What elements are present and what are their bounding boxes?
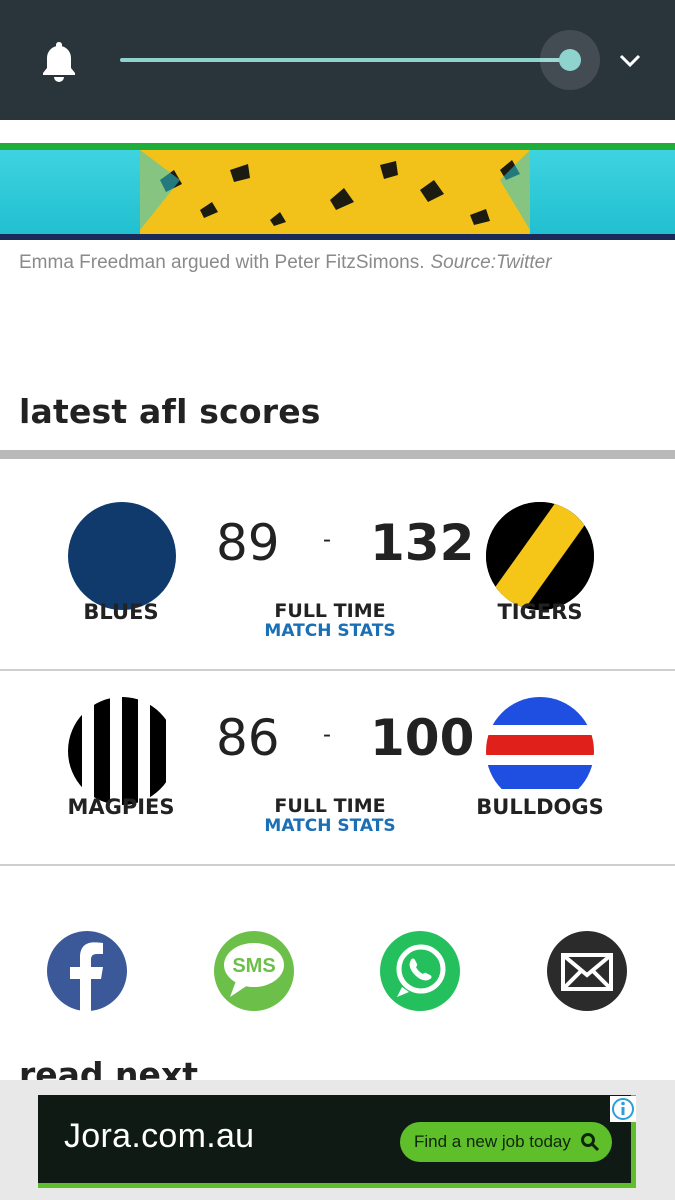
svg-text:SMS: SMS [232,955,275,977]
score-separator: - [323,721,331,748]
search-icon [581,1133,600,1152]
away-team-name: TIGERS [497,600,583,624]
email-icon [561,953,613,991]
ad-banner[interactable]: Jora.com.au Find a new job today [38,1095,636,1188]
match-stats-link[interactable]: MATCH STATS [230,621,430,641]
score-row[interactable]: MAGPIES 86 - 100 BULLDOGS FULL TIME MATC… [0,671,675,866]
match-status: FULL TIME [274,600,386,622]
bell-icon[interactable] [40,40,78,82]
progress-knob[interactable] [559,49,581,71]
tigers-logo [486,502,594,610]
facebook-share-button[interactable] [47,931,127,1011]
article-hero-image [0,120,675,240]
row-divider [0,864,675,866]
home-team-name: MAGPIES [67,795,175,819]
away-score: 132 [370,514,475,572]
score-row[interactable]: BLUES 89 - 132 TIGERS FULL TIME MATCH ST… [0,476,675,671]
ad-banner-container: Jora.com.au Find a new job today [0,1080,675,1200]
whatsapp-icon [396,944,446,997]
home-score: 89 [216,514,280,572]
blues-logo [68,502,176,610]
home-score: 86 [216,709,280,767]
caption-source: Source:Twitter [430,252,552,273]
match-stats-link[interactable]: MATCH STATS [230,816,430,836]
sms-share-button[interactable]: SMS [214,931,294,1011]
audio-player-bar [0,0,675,120]
facebook-icon [70,942,103,1011]
ad-cta-button[interactable]: Find a new job today [400,1122,612,1162]
chevron-down-icon[interactable] [616,48,644,72]
email-share-button[interactable] [547,931,627,1011]
scores-section-title: latest afl scores [19,392,321,431]
dress-pattern [140,150,530,230]
sms-icon: SMS [224,943,284,997]
ad-brand: Jora.com.au [64,1117,255,1155]
match-status: FULL TIME [274,795,386,817]
away-score: 100 [370,709,475,767]
magpies-logo [68,697,176,805]
caption-text: Emma Freedman argued with Peter FitzSimo… [19,252,425,273]
home-team-name: BLUES [83,600,159,624]
bulldogs-logo [486,697,594,805]
score-separator: - [323,526,331,553]
ad-info-icon[interactable] [610,1096,636,1122]
progress-track[interactable] [120,58,572,62]
read-next-heading: read next [19,1055,198,1082]
section-divider [0,450,675,459]
whatsapp-share-button[interactable] [380,931,460,1011]
ad-cta-label: Find a new job today [414,1132,571,1151]
image-caption: Emma Freedman argued with Peter FitzSimo… [19,252,552,274]
away-team-name: BULLDOGS [476,795,604,819]
